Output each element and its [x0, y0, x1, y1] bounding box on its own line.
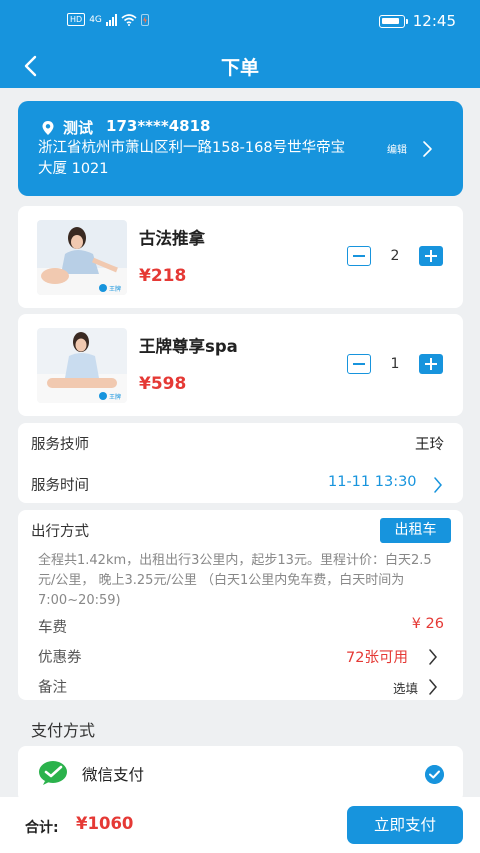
product-card: 王牌 古法推拿 ¥218 2: [18, 206, 463, 308]
product-card: 王牌 王牌尊享spa ¥598 1: [18, 314, 463, 416]
increase-button[interactable]: [419, 246, 443, 266]
coupon-label: 优惠券: [38, 650, 82, 666]
travel-card: 出行方式 出租车 全程共1.42km，出租出行3公里内，起步13元。里程计价：白…: [18, 510, 463, 700]
checkout-bar: 合计: ¥1060 立即支付: [0, 797, 480, 853]
contact: 测试 173****4818: [63, 117, 210, 138]
coupon-value: 72张可用: [346, 650, 408, 666]
address-line: 浙江省杭州市萧山区利一路158-168号世华帝宝大厦 1021: [38, 140, 346, 177]
page-title: 下单: [220, 57, 259, 79]
fare-label: 车费: [38, 620, 67, 636]
fare-description: 全程共1.42km，出租出行3公里内，起步13元。里程计价：白天2.5元/公里，…: [38, 553, 432, 608]
chevron-right-icon: [429, 679, 437, 695]
status-right: 12:45: [378, 12, 456, 30]
product-thumbnail: 王牌: [37, 220, 127, 295]
contact-name: 测试: [63, 119, 94, 137]
quantity-stepper: 2: [347, 246, 443, 266]
chevron-right-icon: [434, 477, 442, 493]
thumb-badge: 王牌: [109, 393, 121, 401]
fare-value: ¥ 26: [411, 616, 444, 632]
service-time-label: 服务时间: [31, 478, 89, 494]
wechat-pay-icon: [39, 761, 67, 785]
total-label: 合计:: [25, 820, 59, 836]
hd-badge: HD: [67, 13, 86, 26]
location-pin-icon: [42, 121, 54, 135]
product-name: 古法推拿: [139, 229, 205, 248]
contact-phone: 173****4818: [106, 117, 211, 135]
service-time-value: 11-11 13:30: [328, 474, 417, 490]
chevron-right-icon: [429, 649, 437, 665]
wechat-pay-option[interactable]: 微信支付: [18, 746, 463, 802]
payment-section-title: 支付方式: [31, 721, 96, 740]
total-amount: ¥1060: [76, 814, 134, 833]
checkmark-icon[interactable]: [425, 765, 444, 784]
taxi-mode-button[interactable]: 出租车: [380, 518, 451, 543]
product-name: 王牌尊享spa: [139, 337, 238, 356]
battery-icon: [378, 14, 408, 28]
travel-mode-label: 出行方式: [31, 524, 89, 540]
technician-value[interactable]: 王玲: [415, 433, 444, 454]
thumb-badge: 王牌: [109, 285, 121, 293]
network-type: 4G: [89, 14, 102, 25]
product-thumbnail: 王牌: [37, 328, 127, 403]
remark-label: 备注: [38, 680, 67, 696]
quantity-stepper: 1: [347, 354, 443, 374]
edit-address-link[interactable]: 编辑: [387, 141, 407, 156]
chevron-right-icon[interactable]: [420, 139, 434, 159]
quantity-value: 2: [390, 248, 400, 264]
increase-button[interactable]: [419, 354, 443, 374]
product-price: ¥218: [139, 266, 187, 286]
status-left: HD 4G: [67, 13, 149, 26]
decrease-button[interactable]: [347, 246, 371, 266]
clock: 12:45: [412, 12, 456, 30]
nav-bar: 下单: [0, 44, 480, 88]
pay-now-button[interactable]: 立即支付: [347, 806, 463, 844]
service-card: 服务技师 王玲 服务时间 11-11 13:30: [18, 423, 463, 503]
product-price: ¥598: [139, 374, 187, 394]
status-bar: HD 4G 12:45: [0, 0, 480, 44]
remark-value: 选填: [393, 681, 419, 696]
header: HD 4G 12:45 下单: [0, 0, 480, 88]
wifi-icon: [121, 13, 137, 26]
charging-icon: [140, 13, 149, 26]
decrease-button[interactable]: [347, 354, 371, 374]
quantity-value: 1: [390, 356, 400, 372]
signal-icon: [105, 13, 117, 26]
payment-method-name: 微信支付: [82, 766, 145, 784]
technician-label: 服务技师: [31, 437, 89, 453]
address-card[interactable]: 测试 173****4818 浙江省杭州市萧山区利一路158-168号世华帝宝大…: [18, 101, 463, 196]
